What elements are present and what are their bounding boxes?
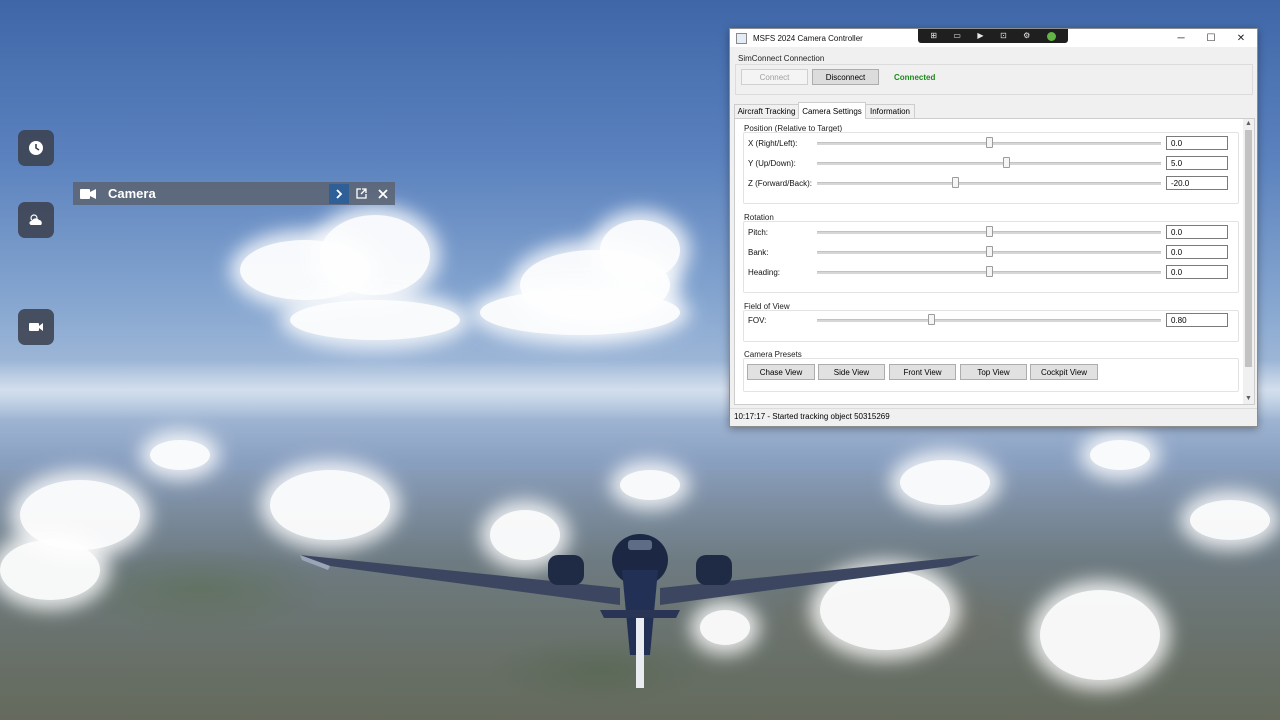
camera-panel-close-button[interactable] bbox=[373, 184, 393, 204]
popout-icon bbox=[355, 188, 367, 199]
cloud bbox=[900, 460, 990, 505]
vertical-scrollbar[interactable]: ▲ ▼ bbox=[1243, 119, 1254, 404]
position-value-input[interactable]: -20.0 bbox=[1166, 176, 1228, 190]
scrollbar-thumb[interactable] bbox=[1245, 130, 1252, 367]
cloud bbox=[20, 480, 140, 550]
weather-icon bbox=[29, 214, 42, 225]
cloud bbox=[1090, 440, 1150, 470]
debug-tool-icon[interactable]: ⊞ bbox=[930, 32, 937, 40]
chevron-right-icon bbox=[336, 188, 343, 199]
camera-panel-popout-button[interactable] bbox=[351, 184, 371, 204]
rotation-value-input[interactable]: 0.0 bbox=[1166, 225, 1228, 239]
connection-group-title: SimConnect Connection bbox=[738, 54, 825, 63]
position-slider-thumb[interactable] bbox=[986, 137, 993, 148]
title-bar[interactable]: MSFS 2024 Camera Controller ⊞ ▭ ▶ ⊡ ⚙ ─ … bbox=[730, 29, 1257, 47]
close-icon bbox=[378, 188, 388, 199]
cloud bbox=[820, 570, 950, 650]
cloud bbox=[490, 510, 560, 560]
debug-tool-icon[interactable]: ⚙ bbox=[1023, 32, 1030, 40]
camera-icon bbox=[80, 188, 96, 199]
cloud bbox=[1040, 590, 1160, 680]
camera-panel-expand-button[interactable] bbox=[329, 183, 349, 204]
camera-icon bbox=[29, 323, 43, 331]
connection-status: Connected bbox=[894, 73, 936, 82]
scroll-up-icon[interactable]: ▲ bbox=[1243, 119, 1254, 129]
connect-button[interactable]: Connect bbox=[741, 69, 808, 85]
cloud bbox=[700, 610, 750, 645]
rotation-row-label: Heading: bbox=[748, 268, 781, 277]
camera-settings-page: Position (Relative to Target) X (Right/L… bbox=[734, 118, 1255, 405]
rotation-row-label: Pitch: bbox=[748, 228, 769, 237]
chase-view-button[interactable]: Chase View bbox=[747, 364, 815, 380]
position-row-label: Y (Up/Down): bbox=[748, 159, 796, 168]
tab-camera-settings[interactable]: Camera Settings bbox=[798, 102, 866, 119]
rotation-value-input[interactable]: 0.0 bbox=[1166, 265, 1228, 279]
rotation-slider-thumb[interactable] bbox=[986, 246, 993, 257]
cloud bbox=[600, 220, 680, 280]
check-icon[interactable] bbox=[1046, 31, 1056, 41]
dock-weather-button[interactable] bbox=[18, 202, 54, 238]
rotation-slider-thumb[interactable] bbox=[986, 226, 993, 237]
fov-row-label: FOV: bbox=[748, 316, 767, 325]
front-view-button[interactable]: Front View bbox=[889, 364, 956, 380]
camera-panel-title: Camera bbox=[108, 186, 156, 201]
position-slider-track[interactable] bbox=[817, 162, 1161, 165]
maximize-button[interactable]: ☐ bbox=[1196, 29, 1226, 47]
cloud bbox=[620, 470, 680, 500]
position-slider-track[interactable] bbox=[817, 182, 1161, 185]
tab-aircraft-tracking[interactable]: Aircraft Tracking bbox=[734, 104, 799, 118]
debug-tool-icon[interactable]: ▭ bbox=[953, 32, 961, 40]
cloud bbox=[1190, 500, 1270, 540]
position-row-label: X (Right/Left): bbox=[748, 139, 798, 148]
cloud bbox=[150, 440, 210, 470]
tab-information[interactable]: Information bbox=[865, 104, 915, 118]
debug-tool-icon[interactable]: ▶ bbox=[977, 32, 983, 40]
cloud bbox=[270, 470, 390, 540]
fov-slider-track[interactable] bbox=[817, 319, 1161, 322]
scroll-down-icon[interactable]: ▼ bbox=[1243, 394, 1254, 404]
camera-controller-window: MSFS 2024 Camera Controller ⊞ ▭ ▶ ⊡ ⚙ ─ … bbox=[729, 28, 1258, 427]
camera-panel: Camera bbox=[73, 182, 395, 205]
fov-slider-thumb[interactable] bbox=[927, 314, 935, 325]
position-value-input[interactable]: 0.0 bbox=[1166, 136, 1228, 150]
position-row-label: Z (Forward/Back): bbox=[748, 179, 813, 188]
cloud bbox=[480, 290, 680, 335]
dock-clock-button[interactable] bbox=[18, 130, 54, 166]
debug-toolbar: ⊞ ▭ ▶ ⊡ ⚙ bbox=[918, 29, 1068, 43]
top-view-button[interactable]: Top View bbox=[960, 364, 1027, 380]
cloud bbox=[290, 300, 460, 340]
position-slider-thumb[interactable] bbox=[1003, 157, 1011, 168]
app-icon bbox=[736, 32, 747, 44]
disconnect-button[interactable]: Disconnect bbox=[812, 69, 879, 85]
clock-icon bbox=[29, 141, 43, 155]
rotation-value-input[interactable]: 0.0 bbox=[1166, 245, 1228, 259]
cloud bbox=[0, 540, 100, 600]
cockpit-view-button[interactable]: Cockpit View bbox=[1030, 364, 1098, 380]
position-value-input[interactable]: 5.0 bbox=[1166, 156, 1228, 170]
status-bar: 10:17:17 - Started tracking object 50315… bbox=[730, 408, 1257, 425]
dock-camera-button[interactable] bbox=[18, 309, 54, 345]
rotation-slider-thumb[interactable] bbox=[986, 266, 993, 277]
debug-tool-icon[interactable]: ⊡ bbox=[1000, 32, 1007, 40]
close-button[interactable]: ✕ bbox=[1226, 29, 1256, 47]
fov-group bbox=[743, 310, 1239, 342]
side-view-button[interactable]: Side View bbox=[818, 364, 885, 380]
cloud bbox=[320, 215, 430, 295]
rotation-row-label: Bank: bbox=[748, 248, 769, 257]
position-slider-thumb[interactable] bbox=[951, 177, 959, 188]
window-title: MSFS 2024 Camera Controller bbox=[753, 33, 863, 43]
minimize-button[interactable]: ─ bbox=[1166, 29, 1196, 47]
fov-value-input[interactable]: 0.80 bbox=[1166, 313, 1228, 327]
